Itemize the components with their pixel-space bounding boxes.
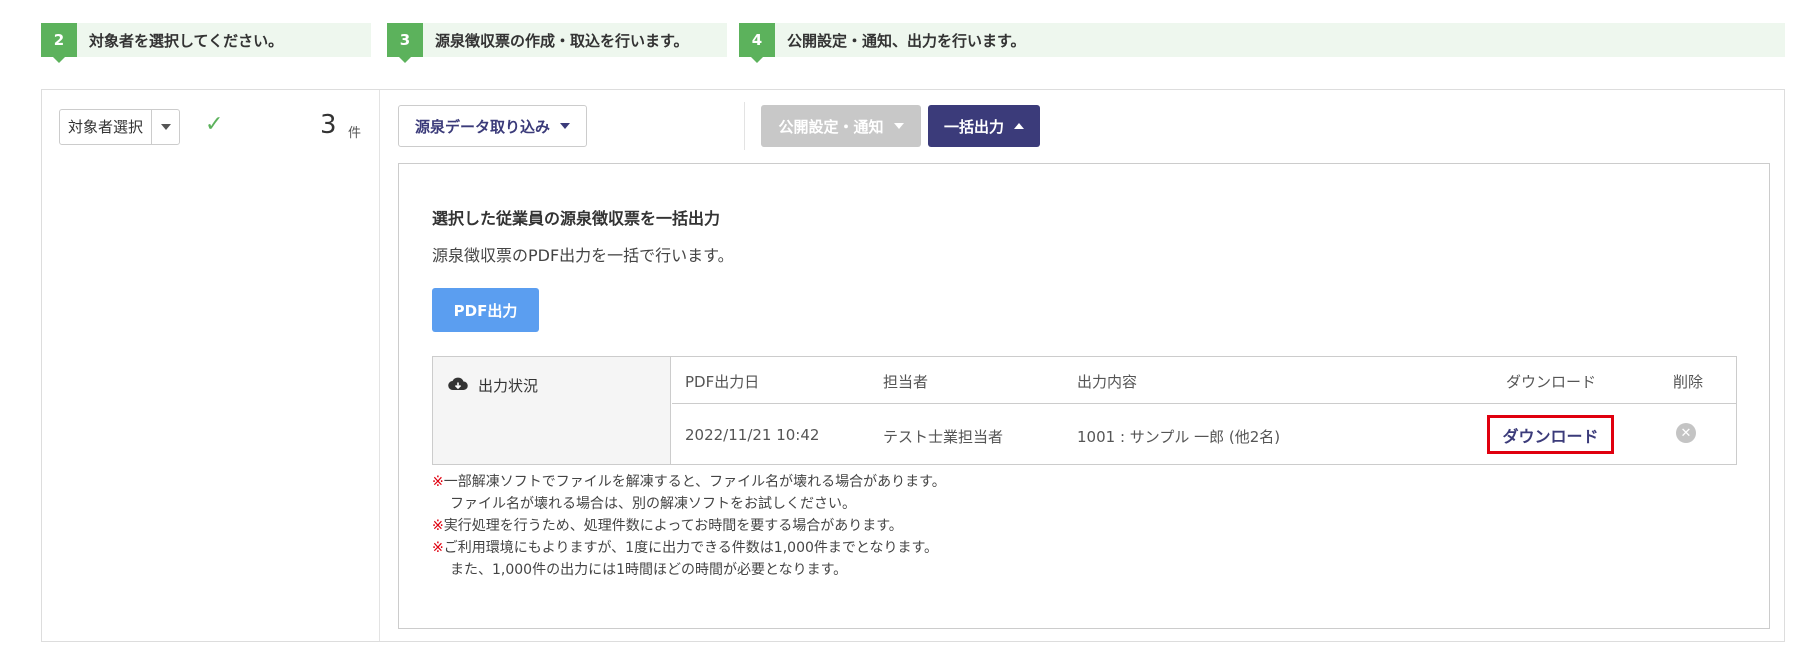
step-label: 対象者を選択してください。 — [89, 31, 284, 50]
note-item: ※ご利用環境にもよりますが、1度に出力できる件数は1,000件までとなります。 — [432, 540, 939, 556]
step-label: 源泉徴収票の作成・取込を行います。 — [435, 31, 689, 50]
panel-description: 源泉徴収票のPDF出力を一括で行います。 — [432, 246, 734, 265]
chevron-down-icon — [893, 123, 904, 129]
status-label: 出力状況 — [478, 377, 539, 395]
target-select-label: 対象者選択 — [68, 118, 144, 136]
table-header: PDF出力日 担当者 出力内容 ダウンロード 削除 — [672, 357, 1736, 404]
chevron-down-icon — [560, 123, 571, 129]
note-item: ※実行処理を行うため、処理件数によってお時間を要する場合があります。 — [432, 518, 903, 534]
target-count-unit: 件 — [348, 126, 362, 141]
download-link[interactable]: ダウンロード — [1487, 415, 1614, 454]
delete-icon[interactable]: ✕ — [1676, 423, 1696, 443]
publish-button[interactable]: 公開設定・通知 — [761, 105, 921, 147]
bulk-output-button-label: 一括出力 — [943, 117, 1004, 136]
column-header: ダウンロード — [1506, 373, 1597, 391]
column-header: 削除 — [1673, 373, 1704, 391]
column-header: PDF出力日 — [685, 373, 760, 391]
target-column: 対象者選択 ✓ 3 件 — [42, 90, 380, 641]
bulk-output-panel: 選択した従業員の源泉徴収票を一括出力 源泉徴収票のPDF出力を一括で行います。 … — [398, 163, 1770, 629]
notes: ※一部解凍ソフトでファイルを解凍すると、ファイル名が壊れる場合があります。 ファ… — [432, 471, 946, 581]
import-button-label: 源泉データ取り込み — [415, 117, 551, 136]
divider — [744, 102, 745, 150]
output-status-table: 出力状況 PDF出力日 担当者 出力内容 ダウンロード 削除 2022/11/2… — [432, 356, 1737, 465]
panel-title: 選択した従業員の源泉徴収票を一括出力 — [432, 209, 721, 228]
note-item: ※一部解凍ソフトでファイルを解凍すると、ファイル名が壊れる場合があります。 — [432, 474, 946, 490]
column-header: 担当者 — [883, 373, 929, 391]
column-header: 出力内容 — [1077, 373, 1138, 391]
step-4: 4 公開設定・通知、出力を行います。 — [739, 23, 1785, 63]
step-3: 3 源泉徴収票の作成・取込を行います。 — [387, 23, 727, 63]
step-number: 3 — [387, 23, 423, 63]
note-item: また、1,000件の出力には1時間ほどの時間が必要となります。 — [450, 562, 848, 578]
step-2: 2 対象者を選択してください。 — [41, 23, 371, 63]
bulk-output-button[interactable]: 一括出力 — [928, 105, 1040, 147]
output-date: 2022/11/21 10:42 — [685, 426, 820, 444]
note-item: ファイル名が壊れる場合は、別の解凍ソフトをお試しください。 — [450, 496, 856, 512]
pdf-output-button[interactable]: PDF出力 — [432, 288, 539, 332]
target-count: 3 — [320, 110, 337, 140]
table-row: 2022/11/21 10:42 テスト士業担当者 1001 : サンプル 一郎… — [672, 405, 1736, 464]
chevron-up-icon — [1014, 123, 1024, 129]
step-label: 公開設定・通知、出力を行います。 — [787, 31, 1026, 50]
target-select[interactable]: 対象者選択 — [59, 109, 181, 145]
step-number: 2 — [41, 23, 77, 63]
import-button[interactable]: 源泉データ取り込み — [398, 105, 588, 147]
main-frame: 対象者選択 ✓ 3 件 源泉データ取り込み 公開設定・通知 一括出力 選択した従… — [41, 89, 1785, 642]
publish-button-label: 公開設定・通知 — [778, 117, 884, 136]
step-number: 4 — [739, 23, 775, 63]
output-content: 1001 : サンプル 一郎 (他2名) — [1077, 428, 1281, 446]
cloud-download-icon — [448, 376, 468, 392]
chevron-down-icon[interactable] — [151, 110, 179, 144]
status-label-cell: 出力状況 — [433, 357, 671, 464]
check-icon: ✓ — [205, 112, 224, 137]
output-person: テスト士業担当者 — [883, 428, 1004, 446]
